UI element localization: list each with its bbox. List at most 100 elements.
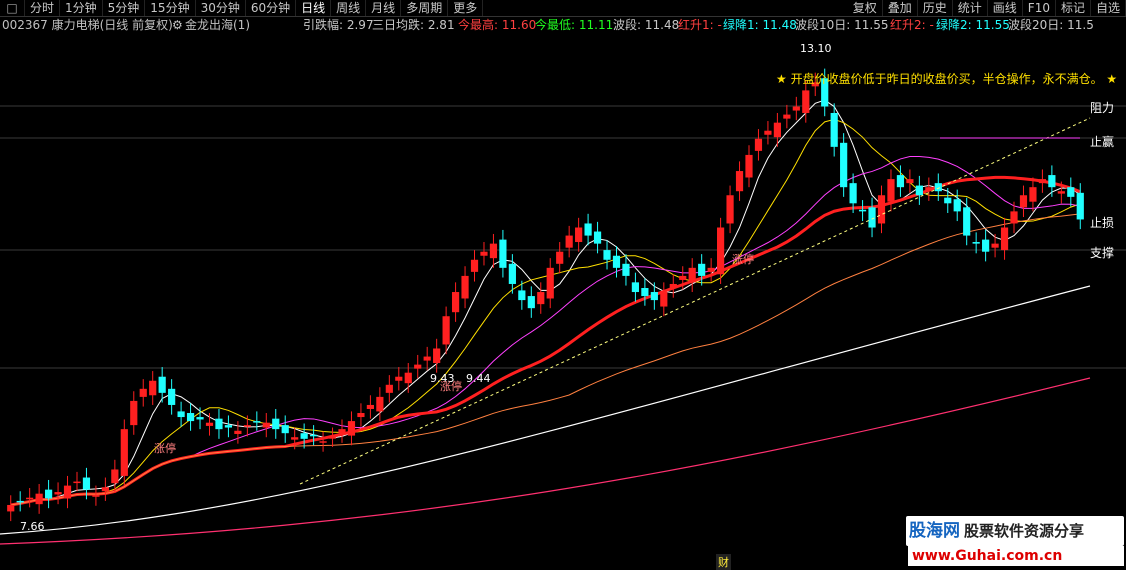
candle-body-55: [527, 296, 535, 309]
trend-line: [299, 117, 1091, 485]
candle-body-104: [991, 243, 999, 248]
period-tab-0[interactable]: 分时: [25, 0, 61, 16]
candle-body-18: [177, 411, 185, 418]
candle-body-34: [328, 437, 337, 439]
candle-body-45: [433, 348, 441, 364]
candle-body-17: [168, 388, 176, 405]
candle-body-51: [489, 243, 498, 259]
indicator-info-bar: 002367 康力电梯(日线 前复权) ⚙ 金龙出海(1) 引跌幅: 2.97 三…: [0, 17, 1126, 33]
tool-button-1[interactable]: 叠加: [883, 0, 918, 16]
stop-loss-label: 止损: [1090, 216, 1115, 230]
candle-body-84: [802, 90, 810, 113]
candle-body-22: [215, 418, 223, 430]
period-tab-6[interactable]: 日线: [296, 0, 332, 16]
indicator-name[interactable]: 金龙出海(1): [185, 17, 250, 33]
candle-body-74: [707, 267, 715, 272]
candle-body-78: [745, 154, 753, 178]
info-item-10: 波段20日: 11.5: [1008, 18, 1094, 32]
candle-body-75: [717, 227, 725, 275]
finance-marker[interactable]: 财: [716, 554, 731, 570]
candle-body-108: [1029, 187, 1037, 202]
candle-body-36: [347, 421, 356, 436]
candle-body-73: [698, 263, 706, 276]
candle-body-89: [849, 183, 857, 204]
candle-body-80: [764, 130, 772, 135]
candle-body-90: [858, 209, 867, 212]
candle-body-27: [262, 422, 270, 428]
period-tab-7[interactable]: 周线: [331, 0, 367, 16]
tool-button-6[interactable]: 标记: [1056, 0, 1091, 16]
period-tab-10[interactable]: 更多: [448, 0, 484, 16]
candle-body-13: [130, 400, 138, 426]
tool-button-5[interactable]: F10: [1023, 0, 1056, 16]
candle-body-66: [631, 282, 640, 293]
period-tab-2[interactable]: 5分钟: [103, 0, 146, 16]
candle-body-64: [612, 255, 621, 268]
candle-body-91: [868, 207, 876, 228]
kline-chart[interactable]: [0, 34, 1126, 570]
candle-body-19: [186, 413, 195, 422]
candle-body-29: [281, 425, 289, 434]
candle-body-25: [243, 425, 251, 427]
watermark-banner: 股海网 股票软件资源分享: [906, 516, 1124, 546]
candle-body-33: [319, 441, 327, 443]
candle-body-3: [35, 493, 43, 505]
candle-body-67: [641, 288, 649, 297]
candle-body-71: [679, 275, 687, 280]
candle-body-44: [423, 356, 431, 361]
indicator-settings-icon[interactable]: ⚙: [172, 17, 183, 33]
candle-body-16: [158, 376, 166, 393]
candle-body-5: [54, 492, 62, 495]
candle-body-46: [442, 316, 450, 345]
watermark-url: www.Guhai.com.cn: [908, 546, 1124, 566]
tool-button-0[interactable]: 复权: [848, 0, 883, 16]
info-item-2: 今最高: 11.60: [458, 18, 537, 32]
period-tab-3[interactable]: 15分钟: [145, 0, 196, 16]
limit-up-label-3: 涨停: [732, 253, 754, 266]
candle-body-62: [593, 231, 602, 244]
info-item-6: 绿降1: 11.48: [723, 18, 797, 32]
info-item-9: 绿降2: 11.55: [936, 18, 1010, 32]
candle-body-98: [934, 183, 942, 192]
candle-body-101: [963, 207, 971, 236]
info-item-3: 今最低: 11.11: [535, 18, 614, 32]
tool-buttons: 复权 叠加 历史 统计 画线 F10 标记 自选: [848, 0, 1126, 16]
candle-body-54: [518, 290, 526, 301]
candle-body-40: [385, 384, 393, 393]
candle-body-1: [16, 500, 24, 503]
info-item-5: 红升1: -: [678, 18, 722, 32]
candle-body-99: [944, 197, 952, 204]
candle-body-28: [272, 418, 280, 430]
period-tab-5[interactable]: 60分钟: [246, 0, 297, 16]
candle-body-102: [972, 242, 980, 244]
candle-body-10: [101, 487, 109, 492]
period-tab-9[interactable]: 多周期: [401, 0, 449, 16]
period-tab-1[interactable]: 1分钟: [60, 0, 103, 16]
candle-body-43: [414, 364, 422, 369]
candle-body-21: [205, 422, 214, 426]
candle-body-94: [896, 175, 905, 188]
candle-body-69: [660, 292, 668, 307]
candle-body-70: [669, 283, 677, 288]
candle-body-38: [366, 404, 374, 409]
candle-body-112: [1067, 187, 1075, 197]
candle-body-59: [565, 235, 573, 248]
info-item-7: 波段10日: 11.55: [795, 18, 889, 32]
period-tab-4[interactable]: 30分钟: [196, 0, 246, 16]
period-tab-8[interactable]: 月线: [366, 0, 402, 16]
tool-button-2[interactable]: 历史: [918, 0, 953, 16]
price-label-b: 9.44: [466, 372, 491, 385]
candle-body-41: [395, 376, 403, 381]
candle-body-109: [1038, 179, 1047, 184]
candle-body-14: [139, 388, 147, 397]
info-item-8: 红升2: -: [890, 18, 934, 32]
candle-body-52: [499, 239, 507, 268]
toolbar-menu-icon[interactable]: □: [0, 0, 25, 16]
candle-body-77: [735, 171, 744, 192]
candle-body-12: [120, 429, 128, 476]
tool-button-3[interactable]: 统计: [953, 0, 988, 16]
tool-button-4[interactable]: 画线: [988, 0, 1023, 16]
candle-body-87: [830, 112, 838, 147]
candle-body-65: [622, 263, 630, 276]
tool-button-7[interactable]: 自选: [1091, 0, 1126, 16]
